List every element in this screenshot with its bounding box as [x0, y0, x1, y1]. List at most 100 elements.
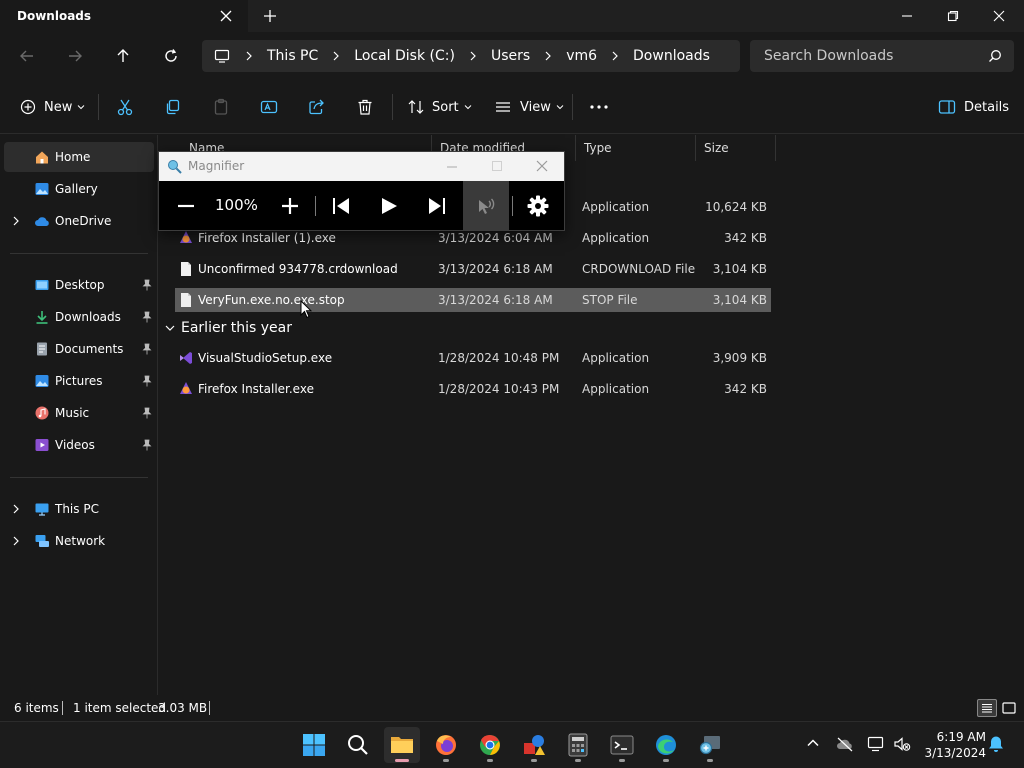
breadcrumb-this-pc[interactable]: This PC — [267, 48, 318, 64]
table-row[interactable]: Unconfirmed 934778.crdownload 3/13/2024 … — [175, 257, 771, 281]
title-bar: Downloads — [0, 0, 1024, 32]
table-row[interactable]: VisualStudioSetup.exe 1/28/2024 10:48 PM… — [175, 346, 771, 370]
view-button[interactable]: View — [494, 95, 564, 119]
sidebar-item-home[interactable]: Home — [4, 142, 154, 172]
pointer-speaker-icon — [475, 196, 497, 216]
sidebar-item-music[interactable]: Music — [4, 398, 154, 428]
sidebar-item-this-pc[interactable]: This PC — [4, 494, 154, 524]
details-pane-button[interactable]: Details — [938, 95, 1009, 119]
minimize-button[interactable] — [884, 0, 930, 32]
forward-button[interactable] — [63, 44, 87, 68]
volume-muted-icon[interactable] — [893, 736, 911, 752]
minimize-button[interactable] — [446, 161, 458, 173]
tiles-view-button[interactable] — [1000, 700, 1018, 716]
column-header-size[interactable]: Size — [696, 135, 776, 161]
sort-button[interactable]: Sort — [407, 95, 472, 119]
taskbar-search-button[interactable] — [340, 727, 376, 763]
close-window-button[interactable] — [976, 0, 1022, 32]
group-header-label: Earlier this year — [181, 320, 293, 336]
details-view-button[interactable] — [977, 699, 997, 717]
refresh-button[interactable] — [159, 44, 183, 68]
breadcrumb-local-disk[interactable]: Local Disk (C:) — [354, 48, 455, 64]
share-button[interactable] — [308, 95, 326, 119]
file-size: 10,624 KB — [705, 200, 767, 214]
new-tab-plus-icon[interactable] — [262, 8, 278, 24]
back-button[interactable] — [15, 44, 39, 68]
zoom-out-button[interactable] — [171, 181, 201, 230]
chevron-down-icon[interactable] — [165, 323, 175, 333]
search-input[interactable]: Search Downloads — [750, 40, 1014, 72]
maximize-button[interactable] — [491, 160, 503, 172]
chevron-right-icon[interactable] — [12, 216, 20, 226]
more-options-button[interactable] — [589, 95, 609, 119]
settings-button[interactable] — [523, 181, 553, 230]
sidebar-item-network[interactable]: Network — [4, 526, 154, 556]
download-arrow-icon — [34, 309, 50, 325]
tab-close-icon[interactable] — [218, 8, 234, 24]
copy-button[interactable] — [164, 95, 182, 119]
tab-downloads[interactable]: Downloads — [0, 0, 248, 32]
chrome-icon — [478, 733, 502, 757]
edge-icon — [654, 733, 678, 757]
taskbar-edge[interactable] — [648, 727, 684, 763]
notification-bell-icon[interactable] — [988, 735, 1004, 753]
sidebar-item-documents[interactable]: Documents — [4, 334, 154, 364]
cut-button[interactable] — [116, 95, 134, 119]
breadcrumb-downloads[interactable]: Downloads — [633, 48, 710, 64]
chevron-right-icon[interactable] — [12, 504, 20, 514]
close-button[interactable] — [536, 160, 548, 172]
new-button[interactable]: New — [20, 95, 85, 119]
sidebar-item-desktop[interactable]: Desktop — [4, 270, 154, 300]
pin-icon[interactable] — [142, 279, 152, 291]
address-row: This PC Local Disk (C:) Users vm6 Downlo… — [0, 32, 1024, 80]
sidebar-item-downloads[interactable]: Downloads — [4, 302, 154, 332]
magnifier-title-bar[interactable]: Magnifier — [159, 152, 564, 181]
pin-icon[interactable] — [142, 407, 152, 419]
next-button[interactable] — [422, 181, 452, 230]
pin-icon[interactable] — [142, 439, 152, 451]
breadcrumb-users[interactable]: Users — [491, 48, 530, 64]
magnifier-app-icon — [167, 159, 182, 174]
rename-button[interactable] — [260, 95, 278, 119]
clock[interactable]: 6:19 AM 3/13/2024 — [920, 729, 986, 761]
sidebar-item-pictures[interactable]: Pictures — [4, 366, 154, 396]
search-icon[interactable] — [988, 49, 1002, 63]
taskbar-chrome[interactable] — [472, 727, 508, 763]
up-button[interactable] — [111, 44, 135, 68]
sidebar-item-gallery[interactable]: Gallery — [4, 174, 154, 204]
calculator-icon — [567, 733, 589, 757]
play-button[interactable] — [374, 181, 404, 230]
taskbar-firefox[interactable] — [428, 727, 464, 763]
onedrive-offline-icon[interactable] — [836, 736, 854, 752]
breadcrumb-vm6[interactable]: vm6 — [566, 48, 597, 64]
taskbar-file-explorer[interactable] — [384, 727, 420, 763]
column-header-type[interactable]: Type — [576, 135, 696, 161]
chevron-down-icon — [464, 103, 472, 111]
chevron-right-icon[interactable] — [12, 536, 20, 546]
paste-button[interactable] — [212, 95, 230, 119]
restore-button[interactable] — [930, 0, 976, 32]
network-status-icon[interactable] — [867, 736, 885, 752]
table-row[interactable]: VeryFun.exe.no.exe.stop 3/13/2024 6:18 A… — [175, 288, 771, 312]
table-row[interactable]: Firefox Installer.exe 1/28/2024 10:43 PM… — [175, 377, 771, 401]
previous-button[interactable] — [326, 181, 356, 230]
command-divider — [392, 94, 393, 120]
read-from-here-button[interactable] — [463, 181, 509, 230]
taskbar-calculator[interactable] — [560, 727, 596, 763]
taskbar-terminal[interactable] — [604, 727, 640, 763]
file-type: STOP File — [582, 293, 638, 307]
sidebar-item-videos[interactable]: Videos — [4, 430, 154, 460]
pin-icon[interactable] — [142, 375, 152, 387]
details-label: Details — [964, 99, 1010, 115]
address-bar[interactable]: This PC Local Disk (C:) Users vm6 Downlo… — [202, 40, 740, 72]
pin-icon[interactable] — [142, 311, 152, 323]
group-header-earlier[interactable]: Earlier this year — [165, 320, 292, 336]
sidebar-item-onedrive[interactable]: OneDrive — [4, 206, 154, 236]
taskbar-app-shapes[interactable] — [516, 727, 552, 763]
start-button[interactable] — [296, 727, 332, 763]
zoom-in-button[interactable] — [275, 181, 305, 230]
delete-button[interactable] — [356, 95, 374, 119]
chevron-up-icon[interactable] — [806, 736, 820, 750]
taskbar-magnifier[interactable] — [692, 727, 728, 763]
pin-icon[interactable] — [142, 343, 152, 355]
